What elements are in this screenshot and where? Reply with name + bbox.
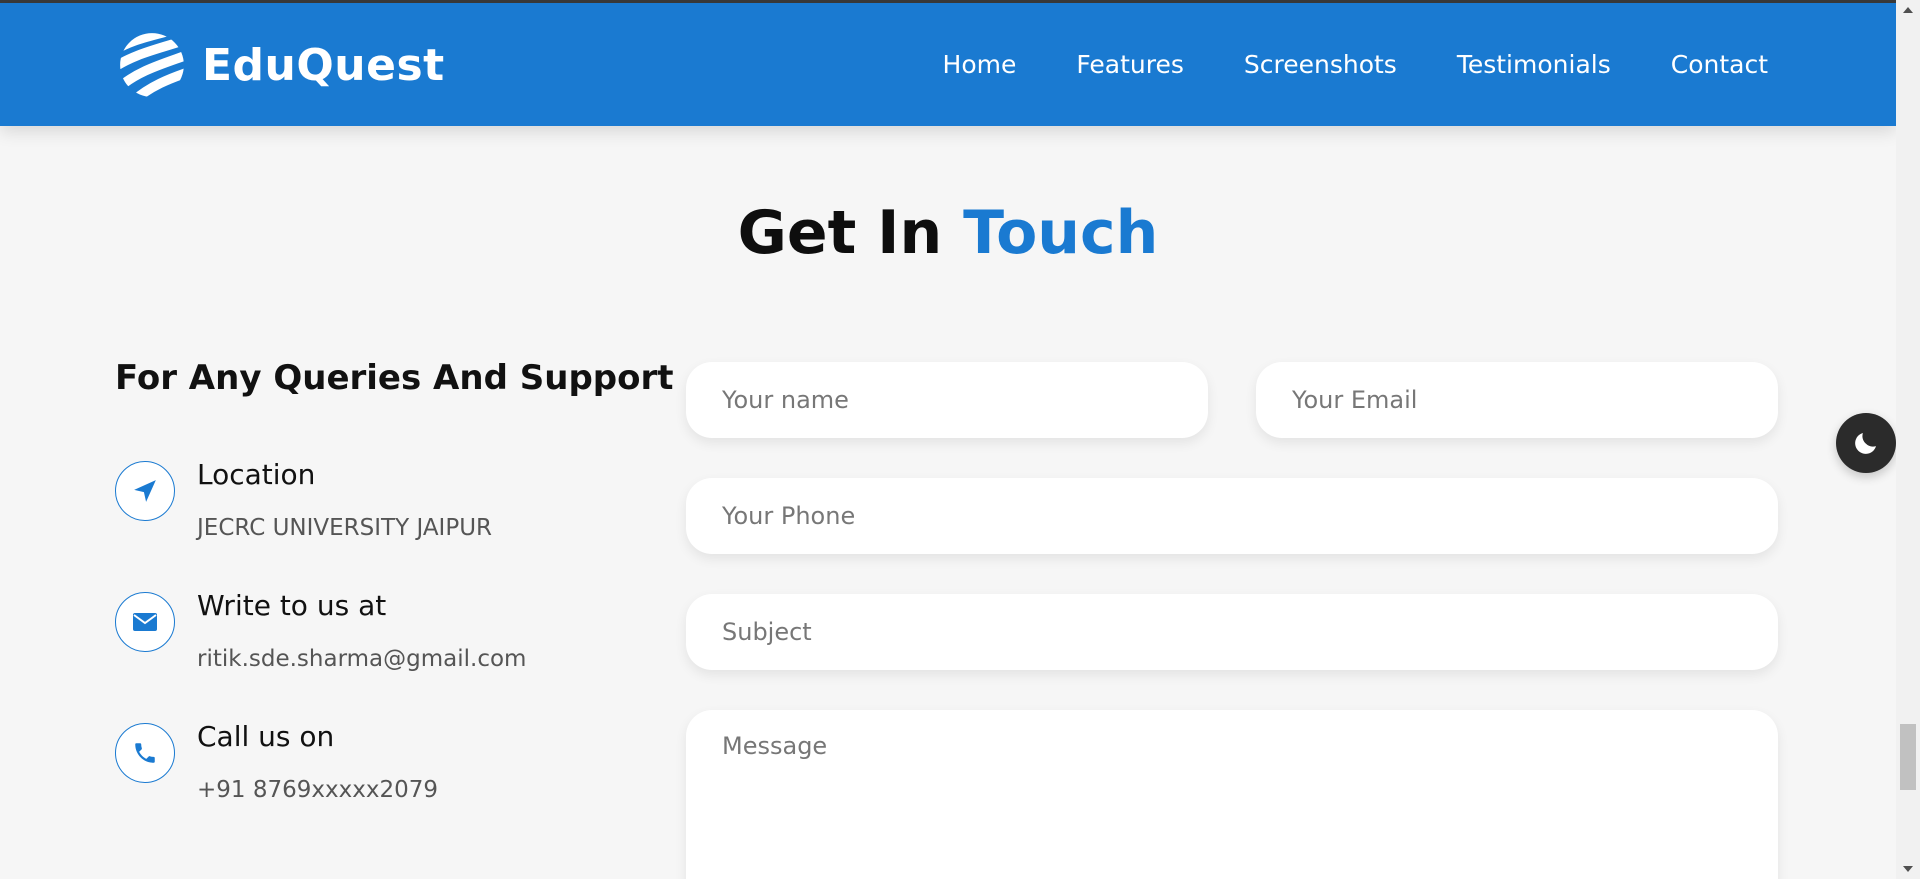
info-location-value: JECRC UNIVERSITY JAIPUR <box>197 515 493 541</box>
scrollbar-thumb[interactable] <box>1900 724 1916 790</box>
info-heading: For Any Queries And Support <box>115 358 674 398</box>
scroll-down-arrow-icon[interactable] <box>1896 859 1920 879</box>
info-email-value[interactable]: ritik.sde.sharma@gmail.com <box>197 646 526 672</box>
nav-testimonials[interactable]: Testimonials <box>1457 50 1611 79</box>
navbar: EduQuest Home Features Screenshots Testi… <box>0 3 1896 126</box>
nav-home[interactable]: Home <box>943 50 1017 79</box>
subject-input[interactable] <box>686 594 1778 670</box>
message-textarea[interactable] <box>686 710 1778 879</box>
scroll-up-arrow-icon[interactable] <box>1896 0 1920 20</box>
name-input[interactable] <box>686 362 1208 438</box>
section-title: Get In Touch <box>0 198 1896 268</box>
info-phone-title: Call us on <box>197 720 335 753</box>
main-nav: Home Features Screenshots Testimonials C… <box>943 3 1768 126</box>
striped-globe-icon <box>120 33 184 97</box>
brand-name: EduQuest <box>202 39 445 91</box>
phone-icon <box>115 723 175 783</box>
navigation-arrow-icon <box>115 461 175 521</box>
email-input[interactable] <box>1256 362 1778 438</box>
moon-icon <box>1855 433 1876 454</box>
brand[interactable]: EduQuest <box>118 33 445 97</box>
info-location-title: Location <box>197 458 316 491</box>
info-email-title: Write to us at <box>197 589 387 622</box>
nav-screenshots[interactable]: Screenshots <box>1244 50 1397 79</box>
nav-features[interactable]: Features <box>1076 50 1184 79</box>
phone-input[interactable] <box>686 478 1778 554</box>
section-title-accent: Touch <box>963 198 1159 268</box>
theme-toggle-button[interactable] <box>1836 413 1896 473</box>
info-phone-value[interactable]: +91 8769xxxxx2079 <box>197 777 438 803</box>
envelope-icon <box>115 592 175 652</box>
page-scrollbar[interactable] <box>1896 0 1920 879</box>
section-title-main: Get In <box>737 198 964 268</box>
nav-contact[interactable]: Contact <box>1671 50 1768 79</box>
